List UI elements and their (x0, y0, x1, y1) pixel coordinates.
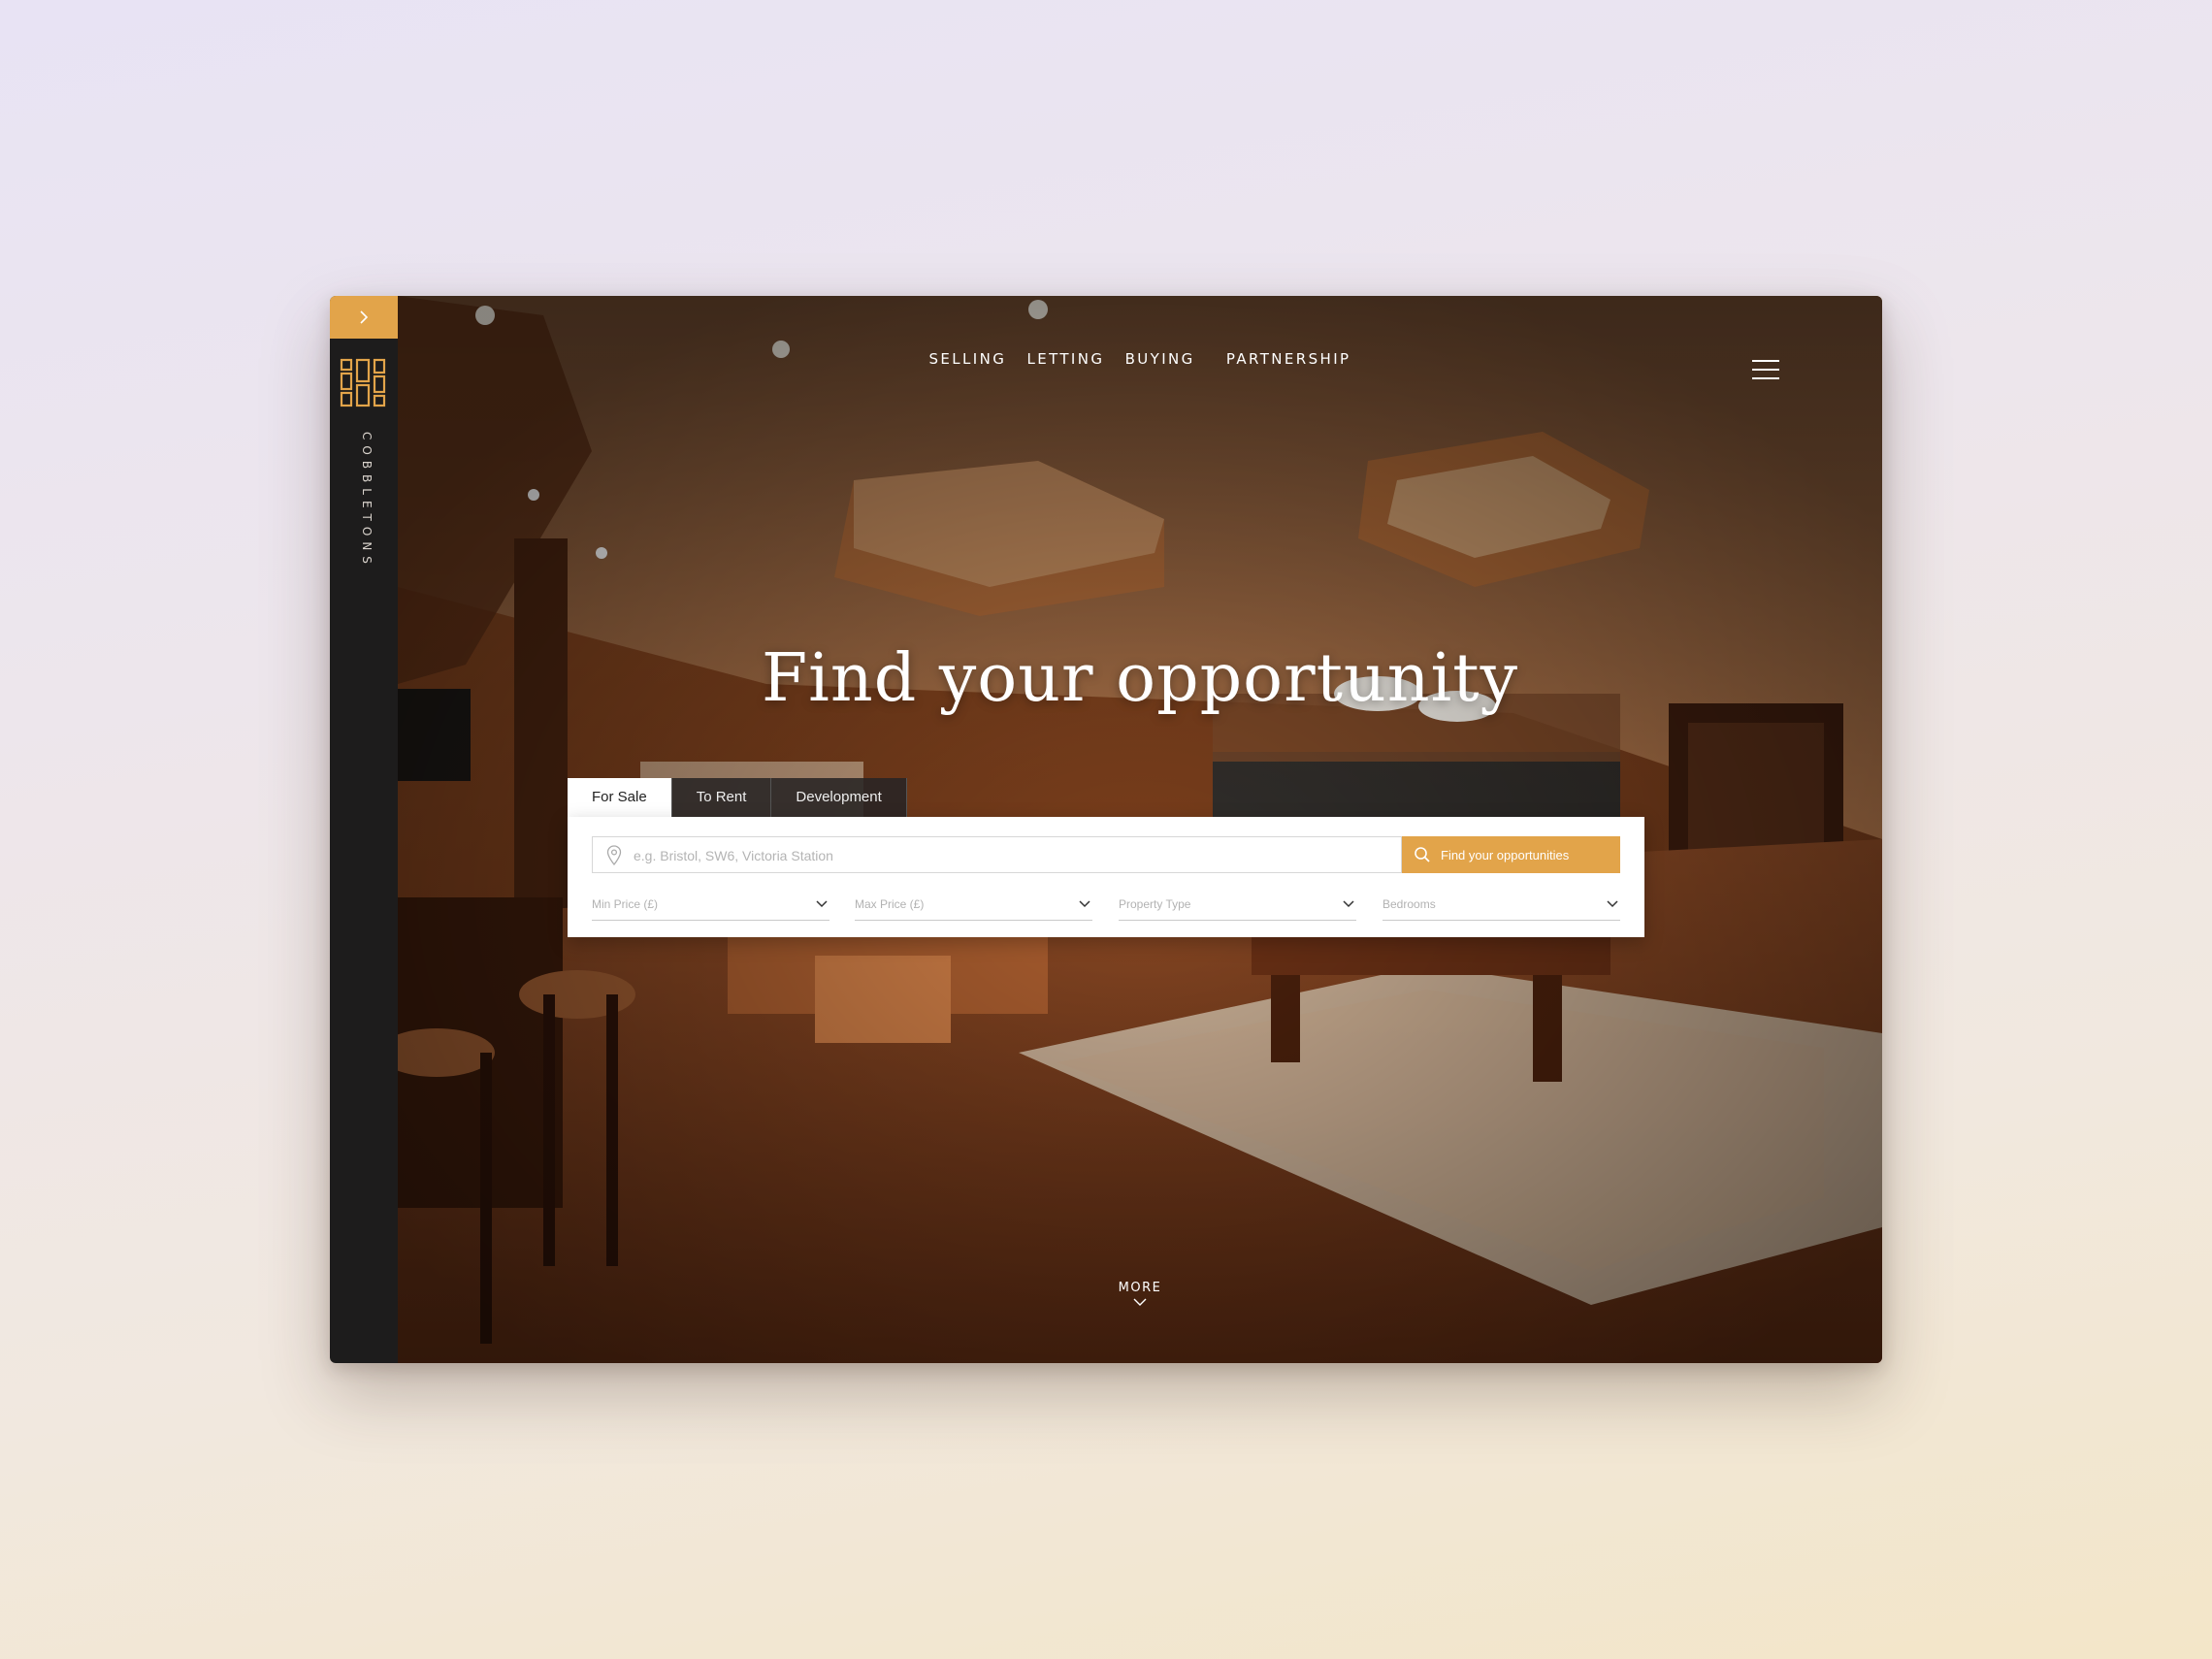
chevron-down-icon (1607, 900, 1618, 908)
top-nav: SELLING LETTING BUYING PARTNERSHIP (398, 350, 1882, 368)
max-price-label: Max Price (£) (855, 897, 925, 911)
min-price-label: Min Price (£) (592, 897, 659, 911)
property-type-select[interactable]: Property Type (1119, 895, 1356, 921)
chevron-down-icon (1079, 900, 1090, 908)
search-tabs: For Sale To Rent Development (568, 778, 907, 817)
menu-bar (1752, 377, 1779, 379)
search-input[interactable] (632, 837, 1392, 874)
menu-bar (1752, 369, 1779, 371)
nav-item-letting[interactable]: LETTING (1026, 350, 1104, 368)
max-price-select[interactable]: Max Price (£) (855, 895, 1092, 921)
more-button[interactable]: MORE (398, 1281, 1882, 1313)
search-button-label: Find your opportunities (1441, 847, 1570, 862)
search-panel: Find your opportunities Min Price (£) Ma… (568, 817, 1644, 937)
chevron-down-icon (1133, 1298, 1147, 1306)
bedrooms-label: Bedrooms (1382, 897, 1436, 911)
bedrooms-select[interactable]: Bedrooms (1382, 895, 1620, 921)
chevron-down-icon (1343, 900, 1354, 908)
brand-name: COBBLETONS (360, 432, 374, 569)
property-type-label: Property Type (1119, 897, 1191, 911)
search-filters: Min Price (£) Max Price (£) Property Typ… (592, 895, 1620, 922)
search-icon (1415, 847, 1430, 862)
nav-item-buying[interactable]: BUYING (1125, 350, 1195, 368)
search-button[interactable]: Find your opportunities (1402, 836, 1620, 873)
chevron-down-icon (816, 900, 828, 908)
grid-logo-icon[interactable] (340, 358, 386, 408)
chevron-right-icon (360, 310, 369, 324)
min-price-select[interactable]: Min Price (£) (592, 895, 830, 921)
nav-item-partnership[interactable]: PARTNERSHIP (1226, 350, 1351, 368)
sidebar-toggle-button[interactable] (330, 296, 398, 339)
browser-window: COBBLETONS SELLING LETTING BUYING PARTNE… (330, 296, 1882, 1363)
map-pin-icon (606, 845, 622, 866)
hamburger-icon[interactable] (1752, 360, 1779, 383)
more-label: MORE (1118, 1281, 1162, 1295)
hero-section: SELLING LETTING BUYING PARTNERSHIP Find … (398, 296, 1882, 1363)
tab-development[interactable]: Development (771, 778, 907, 817)
hero-headline: Find your opportunity (762, 640, 1518, 717)
menu-bar (1752, 360, 1779, 362)
tab-to-rent[interactable]: To Rent (671, 778, 772, 817)
location-search-box (592, 836, 1402, 874)
tab-for-sale[interactable]: For Sale (568, 778, 672, 817)
nav-item-selling[interactable]: SELLING (928, 350, 1006, 368)
sidebar: COBBLETONS (330, 296, 398, 1363)
